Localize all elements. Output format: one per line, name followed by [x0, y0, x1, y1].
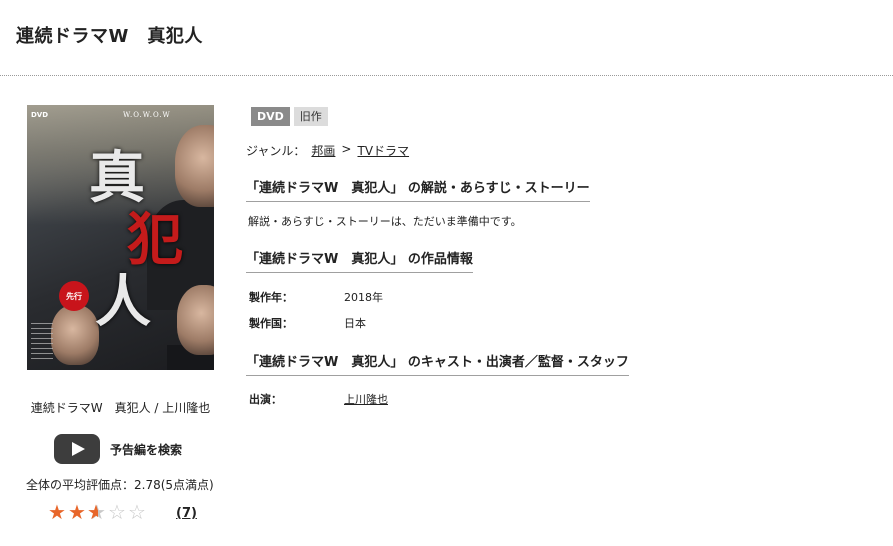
genre-link-child[interactable]: TVドラマ — [357, 142, 409, 159]
star-full-icon: ★ — [68, 500, 86, 524]
genre-link-parent[interactable]: 邦画 — [311, 142, 335, 159]
review-count-link[interactable]: (7) — [176, 506, 197, 521]
production-country-value: 日本 — [344, 317, 366, 330]
play-icon[interactable] — [54, 434, 100, 464]
cast-staff-heading: 「連続ドラマW 真犯人」 のキャスト・出演者／監督・スタッフ — [246, 351, 629, 376]
production-country-label: 製作国： — [249, 317, 293, 330]
cast-label: 出演： — [249, 393, 282, 406]
format-tag-dvd: DVD — [251, 107, 290, 126]
poster-badge: 先行 — [59, 281, 89, 311]
poster-dvd-mark: DVD — [31, 111, 49, 119]
header-divider — [0, 75, 893, 76]
poster-face — [177, 285, 214, 355]
star-empty-icon: ☆ — [128, 500, 146, 524]
average-rating-text: 全体の平均評価点：2.78(5点満点) — [26, 478, 214, 492]
cast-link[interactable]: 上川隆也 — [344, 391, 388, 407]
format-tag-old-release: 旧作 — [293, 107, 328, 126]
star-empty-icon: ☆ — [108, 500, 126, 524]
trailer-search-label[interactable]: 予告編を検索 — [110, 441, 182, 458]
genre-separator: > — [341, 142, 352, 156]
poster-title-char: 人 — [95, 269, 151, 335]
dvd-jacket-image[interactable]: DVD W.O.W.O.W 真 犯 人 先行 — [27, 105, 214, 370]
format-tags: DVD 旧作 — [251, 107, 328, 126]
synopsis-text: 解説・あらすじ・ストーリーは、ただいま準備中です。 — [248, 215, 522, 228]
synopsis-heading: 「連続ドラマW 真犯人」 の解説・あらすじ・ストーリー — [246, 177, 590, 202]
poster-caption: 連続ドラマW 真犯人 / 上川隆也 — [30, 401, 211, 415]
poster-credits — [31, 323, 53, 363]
genre-breadcrumb: ジャンル： 邦画 > TVドラマ — [246, 142, 409, 159]
page-title: 連続ドラマW 真犯人 — [16, 26, 203, 47]
production-year-label: 製作年： — [249, 291, 293, 304]
production-year-value: 2018年 — [344, 291, 383, 304]
work-info-heading: 「連続ドラマW 真犯人」 の作品情報 — [246, 248, 473, 273]
poster-logo: W.O.W.O.W — [123, 111, 171, 119]
genre-label: ジャンル： — [246, 144, 306, 158]
trailer-search-button[interactable]: 予告編を検索 — [54, 434, 182, 464]
star-rating: ★ ★ ★ ★ ☆ ☆ — [47, 502, 147, 522]
star-full-icon: ★ — [48, 500, 66, 524]
poster-face — [51, 305, 99, 365]
star-half-icon: ★ ★ — [87, 500, 106, 524]
